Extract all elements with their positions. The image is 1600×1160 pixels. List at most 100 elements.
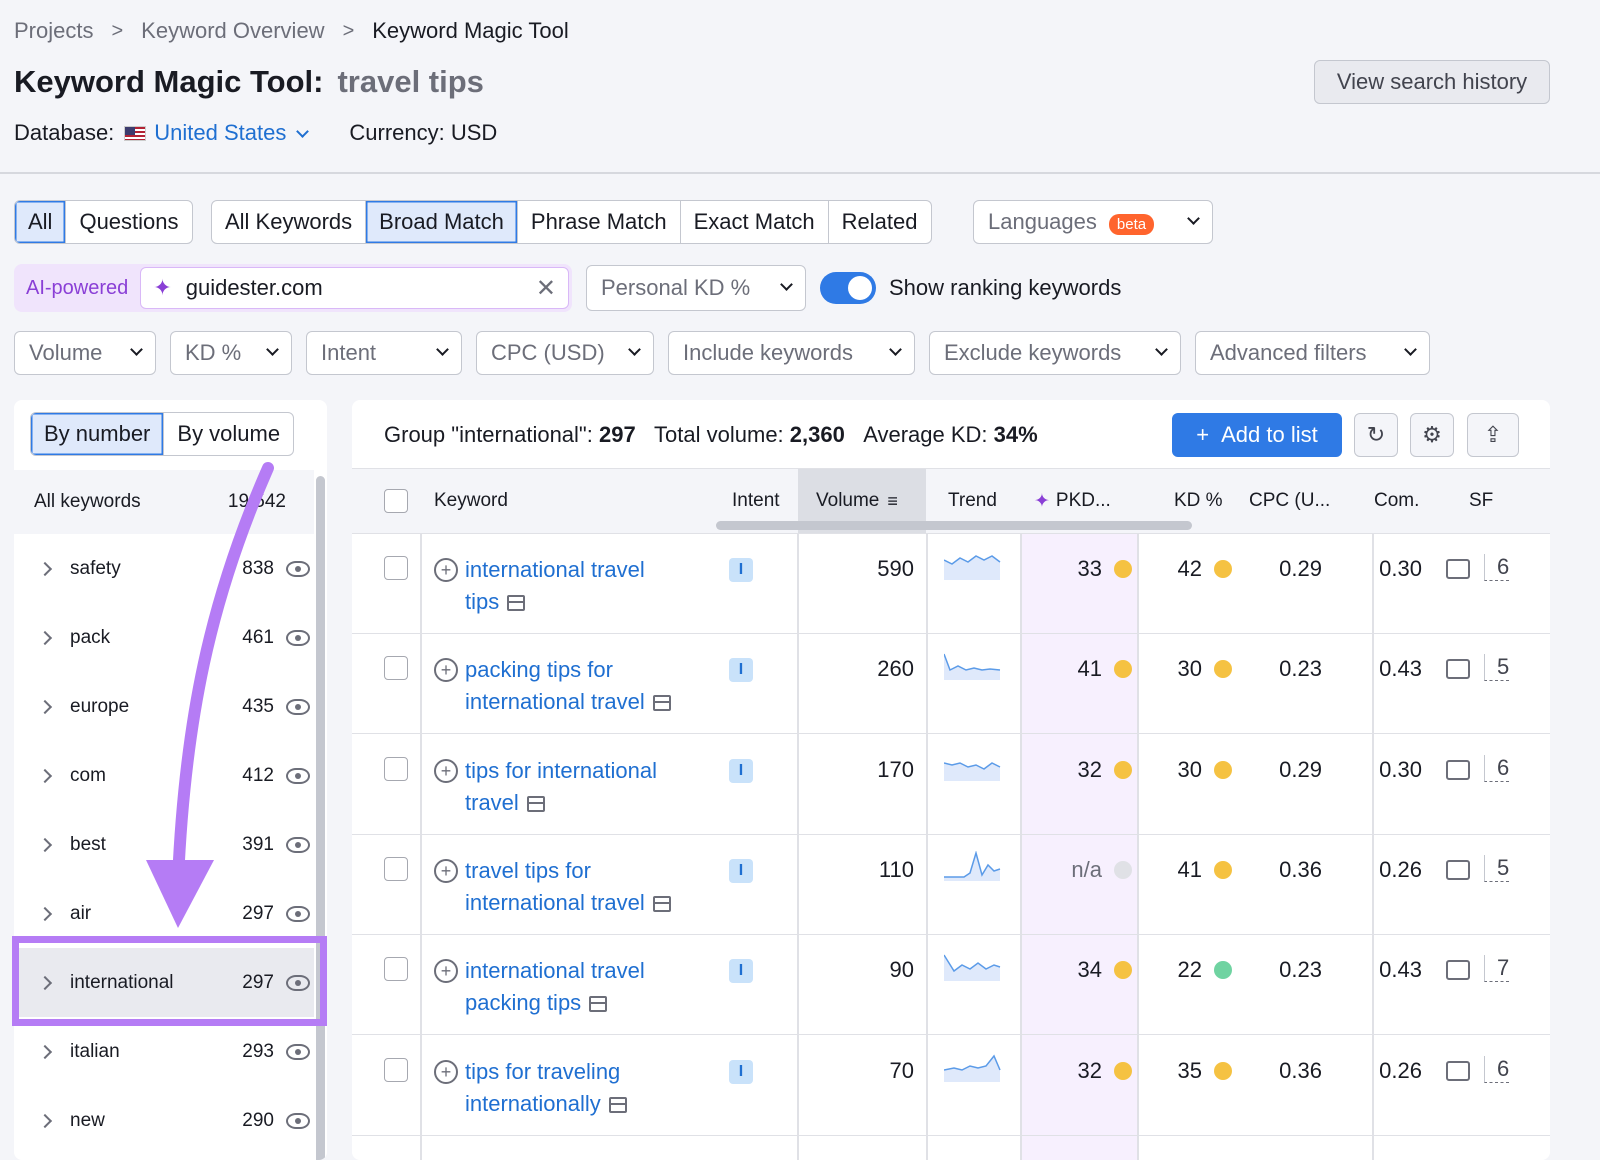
col-sf[interactable]: SF <box>1469 469 1493 533</box>
kd-filter[interactable]: KD % <box>170 331 292 375</box>
sidebar-scrollbar[interactable] <box>316 476 325 1160</box>
volume-value: 260 <box>877 656 914 682</box>
highlight-box <box>12 936 327 1026</box>
intent-badge: I <box>729 558 753 582</box>
by-number-button[interactable]: By number <box>31 413 165 455</box>
keyword-link[interactable]: tips for traveling internationally <box>465 1056 725 1120</box>
group-count: 290 <box>242 1109 274 1131</box>
intent-filter[interactable]: Intent <box>306 331 462 375</box>
row-checkbox[interactable] <box>384 656 408 681</box>
chevron-right-icon[interactable] <box>37 906 53 921</box>
serp-features-icon[interactable] <box>1446 759 1470 780</box>
column-divider <box>1372 534 1374 1160</box>
pkd-cell: 34 <box>1042 957 1132 983</box>
keyword-link[interactable]: travel tips for international travel <box>465 855 725 919</box>
tab-all-keywords[interactable]: All Keywords <box>212 201 367 243</box>
col-com[interactable]: Com. <box>1374 469 1419 533</box>
kd-dot <box>1214 660 1232 679</box>
tab-related[interactable]: Related <box>829 201 931 243</box>
row-checkbox[interactable] <box>384 556 408 580</box>
serp-features-icon[interactable] <box>1446 659 1470 680</box>
match-type-tabs: All Keywords Broad Match Phrase Match Ex… <box>211 200 932 244</box>
row-checkbox[interactable] <box>384 756 408 781</box>
advanced-filters[interactable]: Advanced filters <box>1195 331 1430 375</box>
row-checkbox[interactable] <box>384 856 408 881</box>
breadcrumb-projects[interactable]: Projects <box>14 18 93 44</box>
chevron-right-icon[interactable] <box>37 837 53 852</box>
chevron-right-icon[interactable] <box>37 1113 53 1128</box>
sf-count[interactable]: 6 <box>1484 754 1510 782</box>
serp-icon[interactable] <box>589 996 608 1013</box>
col-cpc[interactable]: CPC (U... <box>1249 469 1330 533</box>
chevron-right-icon[interactable] <box>37 1044 53 1059</box>
chevron-right-icon[interactable] <box>37 561 53 576</box>
keyword-link[interactable]: packing tips for international travel <box>465 654 725 718</box>
keyword-link[interactable]: international travel packing tips <box>465 955 725 1019</box>
serp-features-icon[interactable] <box>1446 1060 1470 1081</box>
sf-count[interactable]: 6 <box>1484 554 1510 581</box>
sf-count[interactable]: 6 <box>1484 1055 1510 1083</box>
sidebar-group-italian[interactable]: italian 293 <box>14 1017 314 1086</box>
chevron-right-icon[interactable] <box>37 768 53 783</box>
keyword-link[interactable]: tips for international travel <box>465 755 725 819</box>
row-checkbox[interactable] <box>384 1057 408 1082</box>
serp-icon[interactable] <box>526 795 545 812</box>
add-keyword-icon[interactable]: + <box>434 758 458 783</box>
serp-icon[interactable] <box>608 1096 627 1113</box>
breadcrumb-keyword-overview[interactable]: Keyword Overview <box>141 18 324 44</box>
exclude-keywords-filter[interactable]: Exclude keywords <box>929 331 1181 375</box>
include-keywords-filter[interactable]: Include keywords <box>668 331 915 375</box>
tab-questions[interactable]: Questions <box>66 201 191 243</box>
serp-icon[interactable] <box>507 595 526 611</box>
serp-icon[interactable] <box>652 895 671 912</box>
serp-features-icon[interactable] <box>1446 960 1470 981</box>
select-all-checkbox[interactable] <box>384 489 408 513</box>
add-keyword-icon[interactable]: + <box>434 1059 458 1084</box>
keyword-link[interactable]: international travel tips <box>465 554 725 618</box>
keyword-line-1: packing tips for <box>465 657 613 683</box>
chevron-right-icon[interactable] <box>37 699 53 714</box>
tab-broad-match[interactable]: Broad Match <box>366 201 518 243</box>
add-keyword-icon[interactable]: + <box>434 558 458 582</box>
pkd-dot <box>1114 961 1132 980</box>
tab-exact-match[interactable]: Exact Match <box>681 201 829 243</box>
pkd-cell: 33 <box>1042 556 1132 582</box>
add-keyword-icon[interactable]: + <box>434 658 458 683</box>
row-checkbox[interactable] <box>384 957 408 982</box>
export-button[interactable]: ⇪ <box>1467 413 1519 457</box>
eye-icon[interactable] <box>286 1043 310 1060</box>
cpc-filter[interactable]: CPC (USD) <box>476 331 654 375</box>
database-select[interactable]: United States <box>154 120 310 146</box>
add-keyword-icon[interactable]: + <box>434 959 458 984</box>
show-ranking-toggle[interactable] <box>820 272 876 304</box>
horizontal-scrollbar[interactable] <box>716 521 1192 530</box>
volume-filter[interactable]: Volume <box>14 331 156 375</box>
serp-icon[interactable] <box>652 695 671 712</box>
sidebar-group-new[interactable]: new 290 <box>14 1086 314 1155</box>
personal-kd-dropdown[interactable]: Personal KD % <box>586 265 806 311</box>
filter-label: KD % <box>185 340 242 365</box>
domain-input[interactable]: ✦ guidester.com ✕ <box>140 267 569 309</box>
chevron-right-icon[interactable] <box>37 630 53 645</box>
column-divider <box>1137 534 1139 1160</box>
add-keyword-icon[interactable]: + <box>434 858 458 883</box>
eye-icon[interactable] <box>286 1112 310 1129</box>
sf-count[interactable]: 5 <box>1484 654 1510 682</box>
add-to-list-button[interactable]: + Add to list <box>1172 413 1342 457</box>
serp-features-icon[interactable] <box>1446 559 1470 579</box>
sf-count[interactable]: 5 <box>1484 854 1510 882</box>
settings-button[interactable]: ⚙ <box>1410 413 1454 457</box>
kd-value: 30 <box>1177 756 1202 782</box>
database-label: Database: <box>14 120 115 145</box>
serp-features-icon[interactable] <box>1446 859 1470 880</box>
by-volume-button[interactable]: By volume <box>164 413 293 455</box>
keyword-line-2: international travel <box>465 889 645 915</box>
tab-phrase-match[interactable]: Phrase Match <box>518 201 681 243</box>
col-keyword[interactable]: Keyword <box>434 469 508 533</box>
sf-count[interactable]: 7 <box>1484 955 1510 983</box>
languages-dropdown[interactable]: Languages beta <box>973 200 1213 244</box>
view-search-history-button[interactable]: View search history <box>1314 60 1550 104</box>
refresh-button[interactable]: ↻ <box>1354 413 1398 457</box>
tab-all[interactable]: All <box>15 201 67 243</box>
clear-icon[interactable]: ✕ <box>536 274 556 303</box>
